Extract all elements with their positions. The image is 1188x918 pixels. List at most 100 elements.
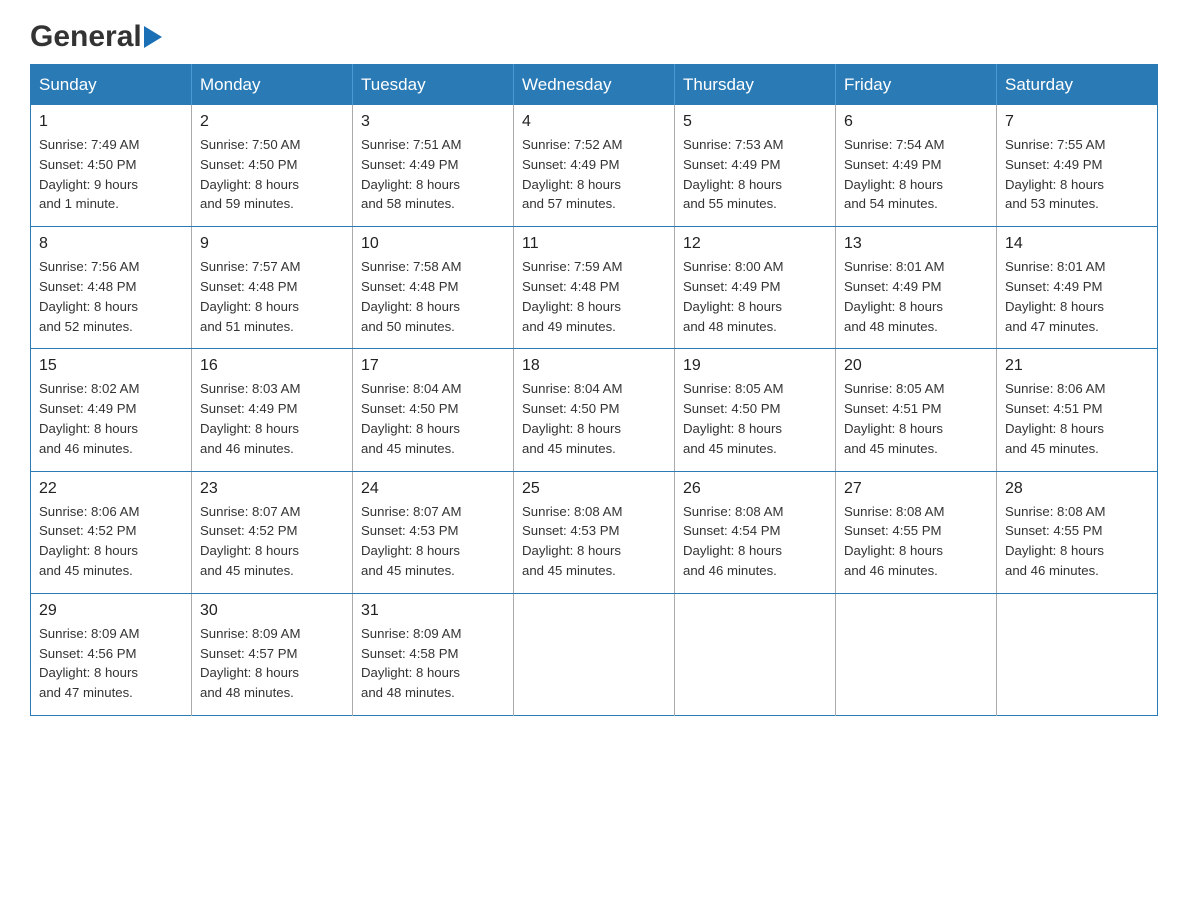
day-info: Sunrise: 7:52 AM Sunset: 4:49 PM Dayligh… bbox=[522, 135, 666, 214]
calendar-week-row: 22 Sunrise: 8:06 AM Sunset: 4:52 PM Dayli… bbox=[31, 471, 1158, 593]
calendar-cell: 8 Sunrise: 7:56 AM Sunset: 4:48 PM Daylig… bbox=[31, 227, 192, 349]
day-info: Sunrise: 7:51 AM Sunset: 4:49 PM Dayligh… bbox=[361, 135, 505, 214]
calendar-cell: 15 Sunrise: 8:02 AM Sunset: 4:49 PM Dayli… bbox=[31, 349, 192, 471]
day-number: 15 bbox=[39, 357, 183, 375]
day-number: 18 bbox=[522, 357, 666, 375]
day-info: Sunrise: 8:08 AM Sunset: 4:54 PM Dayligh… bbox=[683, 502, 827, 581]
weekday-header-monday: Monday bbox=[192, 65, 353, 106]
calendar-cell: 26 Sunrise: 8:08 AM Sunset: 4:54 PM Dayli… bbox=[675, 471, 836, 593]
day-number: 25 bbox=[522, 480, 666, 498]
day-number: 3 bbox=[361, 113, 505, 131]
day-number: 6 bbox=[844, 113, 988, 131]
day-number: 9 bbox=[200, 235, 344, 253]
calendar-cell: 7 Sunrise: 7:55 AM Sunset: 4:49 PM Daylig… bbox=[997, 105, 1158, 227]
calendar-week-row: 1 Sunrise: 7:49 AM Sunset: 4:50 PM Daylig… bbox=[31, 105, 1158, 227]
day-info: Sunrise: 7:58 AM Sunset: 4:48 PM Dayligh… bbox=[361, 257, 505, 336]
logo-general-text: General bbox=[30, 20, 142, 54]
day-number: 19 bbox=[683, 357, 827, 375]
day-number: 24 bbox=[361, 480, 505, 498]
day-number: 8 bbox=[39, 235, 183, 253]
day-info: Sunrise: 7:50 AM Sunset: 4:50 PM Dayligh… bbox=[200, 135, 344, 214]
calendar-cell bbox=[675, 593, 836, 715]
day-number: 22 bbox=[39, 480, 183, 498]
day-number: 12 bbox=[683, 235, 827, 253]
day-number: 7 bbox=[1005, 113, 1149, 131]
weekday-header-row: SundayMondayTuesdayWednesdayThursdayFrid… bbox=[31, 65, 1158, 106]
day-info: Sunrise: 8:07 AM Sunset: 4:53 PM Dayligh… bbox=[361, 502, 505, 581]
calendar-table: SundayMondayTuesdayWednesdayThursdayFrid… bbox=[30, 64, 1158, 716]
calendar-cell: 30 Sunrise: 8:09 AM Sunset: 4:57 PM Dayli… bbox=[192, 593, 353, 715]
day-number: 30 bbox=[200, 602, 344, 620]
day-info: Sunrise: 7:49 AM Sunset: 4:50 PM Dayligh… bbox=[39, 135, 183, 214]
day-number: 14 bbox=[1005, 235, 1149, 253]
calendar-cell: 11Sunrise: 7:59 AM Sunset: 4:48 PM Dayli… bbox=[514, 227, 675, 349]
day-info: Sunrise: 8:01 AM Sunset: 4:49 PM Dayligh… bbox=[844, 257, 988, 336]
calendar-week-row: 8 Sunrise: 7:56 AM Sunset: 4:48 PM Daylig… bbox=[31, 227, 1158, 349]
calendar-cell bbox=[514, 593, 675, 715]
weekday-header-thursday: Thursday bbox=[675, 65, 836, 106]
day-info: Sunrise: 7:56 AM Sunset: 4:48 PM Dayligh… bbox=[39, 257, 183, 336]
calendar-cell: 22 Sunrise: 8:06 AM Sunset: 4:52 PM Dayli… bbox=[31, 471, 192, 593]
day-number: 13 bbox=[844, 235, 988, 253]
day-info: Sunrise: 8:05 AM Sunset: 4:51 PM Dayligh… bbox=[844, 379, 988, 458]
weekday-header-friday: Friday bbox=[836, 65, 997, 106]
day-number: 16 bbox=[200, 357, 344, 375]
calendar-cell: 2 Sunrise: 7:50 AM Sunset: 4:50 PM Daylig… bbox=[192, 105, 353, 227]
day-info: Sunrise: 8:06 AM Sunset: 4:52 PM Dayligh… bbox=[39, 502, 183, 581]
calendar-cell: 29 Sunrise: 8:09 AM Sunset: 4:56 PM Dayli… bbox=[31, 593, 192, 715]
calendar-cell: 20 Sunrise: 8:05 AM Sunset: 4:51 PM Dayli… bbox=[836, 349, 997, 471]
day-info: Sunrise: 8:02 AM Sunset: 4:49 PM Dayligh… bbox=[39, 379, 183, 458]
day-number: 20 bbox=[844, 357, 988, 375]
day-info: Sunrise: 8:06 AM Sunset: 4:51 PM Dayligh… bbox=[1005, 379, 1149, 458]
calendar-cell: 4 Sunrise: 7:52 AM Sunset: 4:49 PM Daylig… bbox=[514, 105, 675, 227]
weekday-header-sunday: Sunday bbox=[31, 65, 192, 106]
day-info: Sunrise: 8:08 AM Sunset: 4:55 PM Dayligh… bbox=[844, 502, 988, 581]
day-info: Sunrise: 8:04 AM Sunset: 4:50 PM Dayligh… bbox=[361, 379, 505, 458]
calendar-cell: 16Sunrise: 8:03 AM Sunset: 4:49 PM Dayli… bbox=[192, 349, 353, 471]
weekday-header-tuesday: Tuesday bbox=[353, 65, 514, 106]
calendar-cell: 21Sunrise: 8:06 AM Sunset: 4:51 PM Dayli… bbox=[997, 349, 1158, 471]
day-info: Sunrise: 7:55 AM Sunset: 4:49 PM Dayligh… bbox=[1005, 135, 1149, 214]
calendar-week-row: 15 Sunrise: 8:02 AM Sunset: 4:49 PM Dayli… bbox=[31, 349, 1158, 471]
calendar-cell: 1 Sunrise: 7:49 AM Sunset: 4:50 PM Daylig… bbox=[31, 105, 192, 227]
day-info: Sunrise: 8:04 AM Sunset: 4:50 PM Dayligh… bbox=[522, 379, 666, 458]
logo-arrow-icon bbox=[144, 26, 162, 48]
logo: General bbox=[30, 20, 164, 48]
day-number: 28 bbox=[1005, 480, 1149, 498]
day-info: Sunrise: 8:00 AM Sunset: 4:49 PM Dayligh… bbox=[683, 257, 827, 336]
calendar-cell: 3 Sunrise: 7:51 AM Sunset: 4:49 PM Daylig… bbox=[353, 105, 514, 227]
calendar-cell: 12 Sunrise: 8:00 AM Sunset: 4:49 PM Dayli… bbox=[675, 227, 836, 349]
calendar-cell: 17 Sunrise: 8:04 AM Sunset: 4:50 PM Dayli… bbox=[353, 349, 514, 471]
day-number: 17 bbox=[361, 357, 505, 375]
day-number: 26 bbox=[683, 480, 827, 498]
calendar-cell: 19 Sunrise: 8:05 AM Sunset: 4:50 PM Dayli… bbox=[675, 349, 836, 471]
calendar-cell: 5Sunrise: 7:53 AM Sunset: 4:49 PM Daylig… bbox=[675, 105, 836, 227]
calendar-week-row: 29 Sunrise: 8:09 AM Sunset: 4:56 PM Dayli… bbox=[31, 593, 1158, 715]
day-info: Sunrise: 8:05 AM Sunset: 4:50 PM Dayligh… bbox=[683, 379, 827, 458]
day-info: Sunrise: 8:08 AM Sunset: 4:53 PM Dayligh… bbox=[522, 502, 666, 581]
calendar-cell: 25 Sunrise: 8:08 AM Sunset: 4:53 PM Dayli… bbox=[514, 471, 675, 593]
day-info: Sunrise: 8:09 AM Sunset: 4:57 PM Dayligh… bbox=[200, 624, 344, 703]
day-number: 23 bbox=[200, 480, 344, 498]
day-number: 27 bbox=[844, 480, 988, 498]
calendar-cell: 28 Sunrise: 8:08 AM Sunset: 4:55 PM Dayli… bbox=[997, 471, 1158, 593]
calendar-cell bbox=[836, 593, 997, 715]
day-number: 2 bbox=[200, 113, 344, 131]
day-info: Sunrise: 8:01 AM Sunset: 4:49 PM Dayligh… bbox=[1005, 257, 1149, 336]
day-number: 11 bbox=[522, 235, 666, 253]
day-number: 29 bbox=[39, 602, 183, 620]
day-info: Sunrise: 7:53 AM Sunset: 4:49 PM Dayligh… bbox=[683, 135, 827, 214]
calendar-cell: 23 Sunrise: 8:07 AM Sunset: 4:52 PM Dayli… bbox=[192, 471, 353, 593]
calendar-cell: 31Sunrise: 8:09 AM Sunset: 4:58 PM Dayli… bbox=[353, 593, 514, 715]
day-info: Sunrise: 8:09 AM Sunset: 4:56 PM Dayligh… bbox=[39, 624, 183, 703]
day-info: Sunrise: 8:08 AM Sunset: 4:55 PM Dayligh… bbox=[1005, 502, 1149, 581]
day-number: 4 bbox=[522, 113, 666, 131]
day-info: Sunrise: 8:07 AM Sunset: 4:52 PM Dayligh… bbox=[200, 502, 344, 581]
calendar-header: SundayMondayTuesdayWednesdayThursdayFrid… bbox=[31, 65, 1158, 106]
day-info: Sunrise: 7:57 AM Sunset: 4:48 PM Dayligh… bbox=[200, 257, 344, 336]
day-number: 1 bbox=[39, 113, 183, 131]
weekday-header-wednesday: Wednesday bbox=[514, 65, 675, 106]
page-header: General bbox=[30, 20, 1158, 48]
calendar-cell: 6Sunrise: 7:54 AM Sunset: 4:49 PM Daylig… bbox=[836, 105, 997, 227]
calendar-cell: 24 Sunrise: 8:07 AM Sunset: 4:53 PM Dayli… bbox=[353, 471, 514, 593]
